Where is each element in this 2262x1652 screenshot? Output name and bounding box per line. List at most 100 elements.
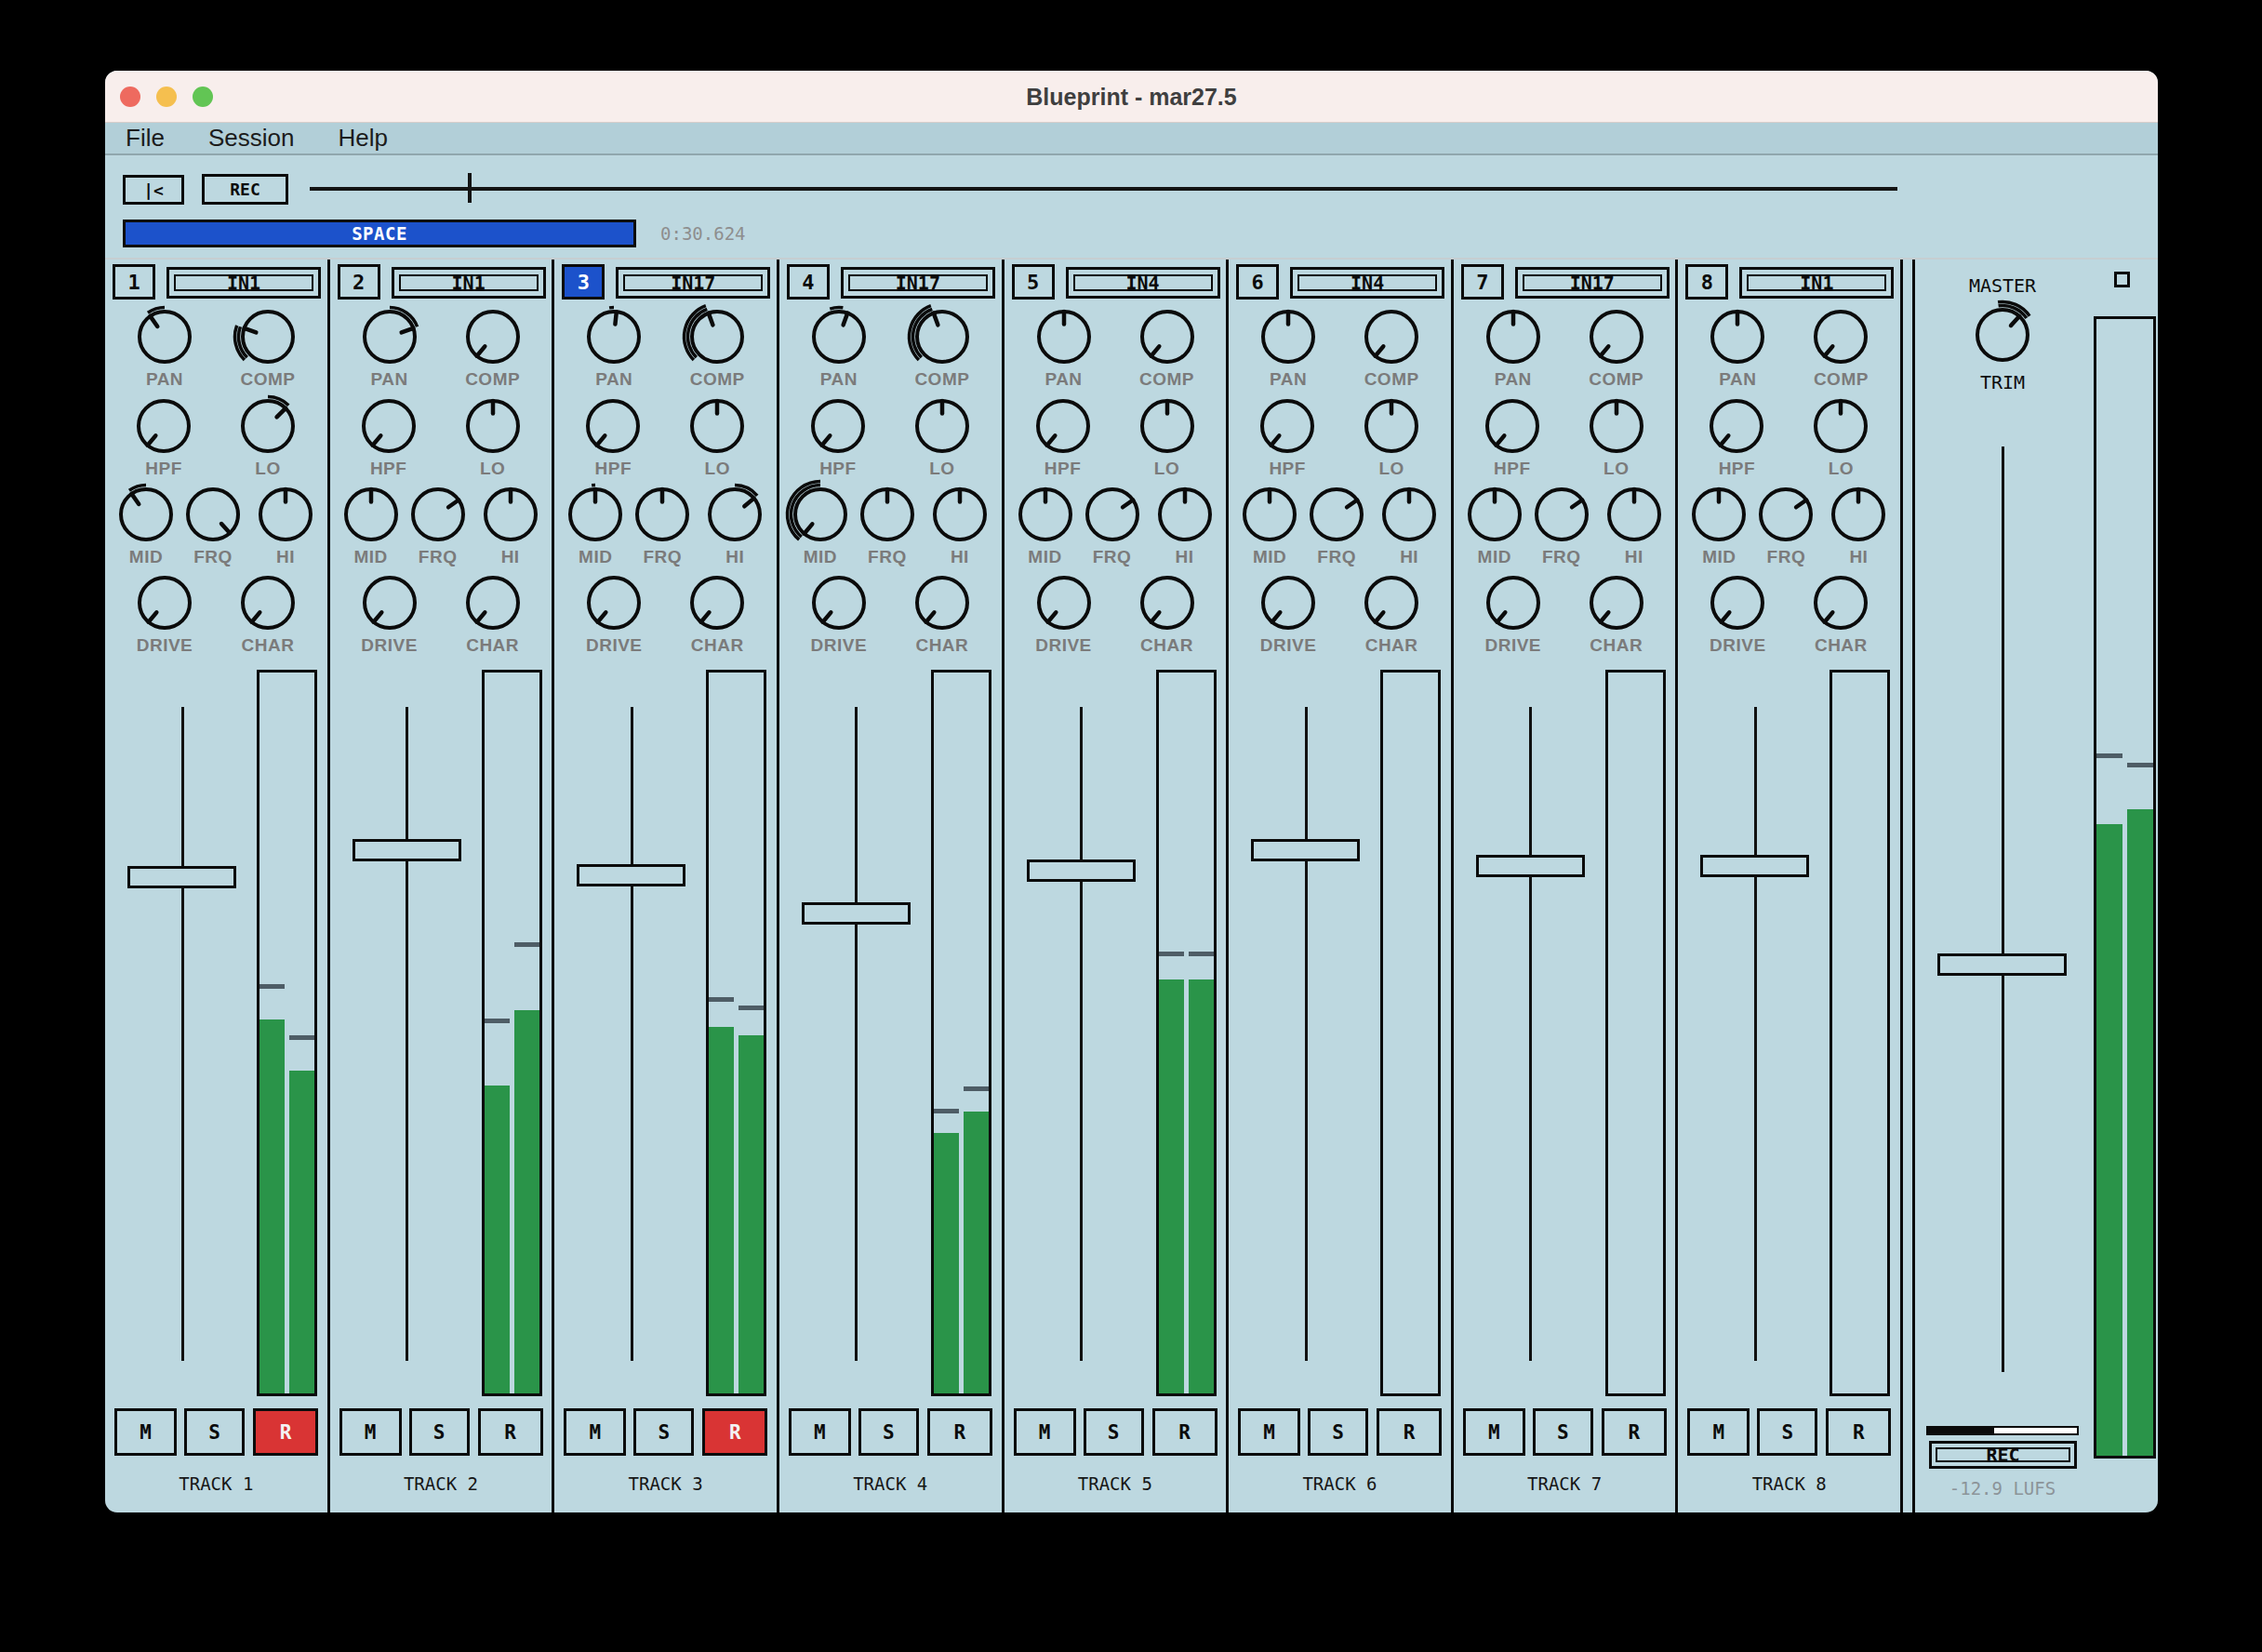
mute-button[interactable]: M (1014, 1408, 1076, 1456)
char-knob[interactable] (456, 566, 530, 640)
solo-button[interactable]: S (1308, 1408, 1368, 1456)
char-knob[interactable] (1354, 566, 1429, 640)
timeline-position-handle[interactable] (468, 173, 472, 203)
drive-knob[interactable] (577, 566, 651, 640)
char-knob[interactable] (1803, 566, 1878, 640)
fader-handle[interactable] (577, 864, 685, 886)
comp-knob[interactable] (1579, 300, 1654, 374)
char-knob[interactable] (1579, 566, 1654, 640)
timeline-slider[interactable] (310, 187, 1897, 191)
track-number-button[interactable]: 4 (787, 264, 830, 300)
mute-button[interactable]: M (1463, 1408, 1525, 1456)
solo-button[interactable]: S (1533, 1408, 1593, 1456)
mid-knob[interactable] (334, 477, 408, 552)
menu-item-help[interactable]: Help (338, 124, 387, 153)
pan-knob[interactable] (802, 300, 876, 374)
mid-knob[interactable] (558, 477, 632, 552)
frq-knob[interactable] (1524, 477, 1599, 552)
pan-knob[interactable] (1251, 300, 1325, 374)
track-input-select[interactable]: IN17 (841, 267, 995, 299)
drive-knob[interactable] (1251, 566, 1325, 640)
hi-knob[interactable] (248, 477, 323, 552)
fader-handle[interactable] (802, 902, 911, 925)
hi-knob[interactable] (698, 477, 772, 552)
record-arm-button[interactable]: R (1826, 1408, 1891, 1456)
track-input-select[interactable]: IN17 (1515, 267, 1670, 299)
record-arm-button[interactable]: R (1152, 1408, 1217, 1456)
char-knob[interactable] (231, 566, 305, 640)
track-number-button[interactable]: 6 (1236, 264, 1279, 300)
frq-knob[interactable] (850, 477, 925, 552)
record-arm-button[interactable]: R (1377, 1408, 1442, 1456)
frq-knob[interactable] (176, 477, 250, 552)
lo-knob[interactable] (905, 389, 979, 463)
hi-knob[interactable] (1597, 477, 1671, 552)
drive-knob[interactable] (1476, 566, 1550, 640)
track-number-button[interactable]: 8 (1685, 264, 1728, 300)
pan-knob[interactable] (353, 300, 427, 374)
track-input-select[interactable]: IN1 (392, 267, 546, 299)
lo-knob[interactable] (680, 389, 754, 463)
mute-button[interactable]: M (114, 1408, 177, 1456)
master-record-button[interactable]: REC (1929, 1441, 2077, 1469)
hpf-knob[interactable] (801, 389, 875, 463)
frq-knob[interactable] (401, 477, 475, 552)
record-arm-button[interactable]: R (1602, 1408, 1667, 1456)
fader-handle[interactable] (1251, 839, 1360, 861)
char-knob[interactable] (1130, 566, 1204, 640)
mid-knob[interactable] (1008, 477, 1083, 552)
record-arm-button[interactable]: R (927, 1408, 992, 1456)
fader-handle[interactable] (353, 839, 461, 861)
track-input-select[interactable]: IN17 (616, 267, 770, 299)
hi-knob[interactable] (473, 477, 548, 552)
lo-knob[interactable] (456, 389, 530, 463)
hpf-knob[interactable] (1250, 389, 1324, 463)
hpf-knob[interactable] (576, 389, 650, 463)
track-input-select[interactable]: IN1 (166, 267, 321, 299)
pan-knob[interactable] (127, 300, 202, 374)
solo-button[interactable]: S (184, 1408, 245, 1456)
char-knob[interactable] (905, 566, 979, 640)
comp-knob[interactable] (1130, 300, 1204, 374)
track-number-button[interactable]: 7 (1461, 264, 1504, 300)
mid-knob[interactable] (783, 477, 858, 552)
track-number-button[interactable]: 5 (1012, 264, 1055, 300)
comp-knob[interactable] (1354, 300, 1429, 374)
track-input-select[interactable]: IN4 (1290, 267, 1444, 299)
drive-knob[interactable] (1700, 566, 1775, 640)
fader-handle[interactable] (1700, 855, 1809, 877)
mid-knob[interactable] (109, 477, 183, 552)
mid-knob[interactable] (1232, 477, 1307, 552)
track-input-select[interactable]: IN4 (1066, 267, 1220, 299)
mute-button[interactable]: M (564, 1408, 626, 1456)
hpf-knob[interactable] (1026, 389, 1100, 463)
record-arm-button[interactable]: R (253, 1408, 318, 1456)
master-fader-handle[interactable] (1937, 953, 2067, 976)
hi-knob[interactable] (1821, 477, 1896, 552)
mute-button[interactable]: M (789, 1408, 851, 1456)
frq-knob[interactable] (1299, 477, 1374, 552)
track-number-button[interactable]: 2 (338, 264, 380, 300)
comp-knob[interactable] (456, 300, 530, 374)
drive-knob[interactable] (127, 566, 202, 640)
frq-knob[interactable] (1749, 477, 1823, 552)
space-play-button[interactable]: SPACE (123, 220, 636, 247)
hi-knob[interactable] (1372, 477, 1446, 552)
pan-knob[interactable] (1476, 300, 1550, 374)
comp-knob[interactable] (1803, 300, 1878, 374)
record-arm-button[interactable]: R (702, 1408, 767, 1456)
drive-knob[interactable] (1027, 566, 1101, 640)
record-arm-button[interactable]: R (478, 1408, 543, 1456)
solo-button[interactable]: S (858, 1408, 919, 1456)
mute-button[interactable]: M (339, 1408, 402, 1456)
drive-knob[interactable] (353, 566, 427, 640)
pan-knob[interactable] (1027, 300, 1101, 374)
track-number-button[interactable]: 1 (113, 264, 155, 300)
menu-item-file[interactable]: File (126, 124, 165, 153)
pan-knob[interactable] (1700, 300, 1775, 374)
hpf-knob[interactable] (126, 389, 201, 463)
solo-button[interactable]: S (633, 1408, 694, 1456)
lo-knob[interactable] (1130, 389, 1204, 463)
hpf-knob[interactable] (1699, 389, 1774, 463)
drive-knob[interactable] (802, 566, 876, 640)
